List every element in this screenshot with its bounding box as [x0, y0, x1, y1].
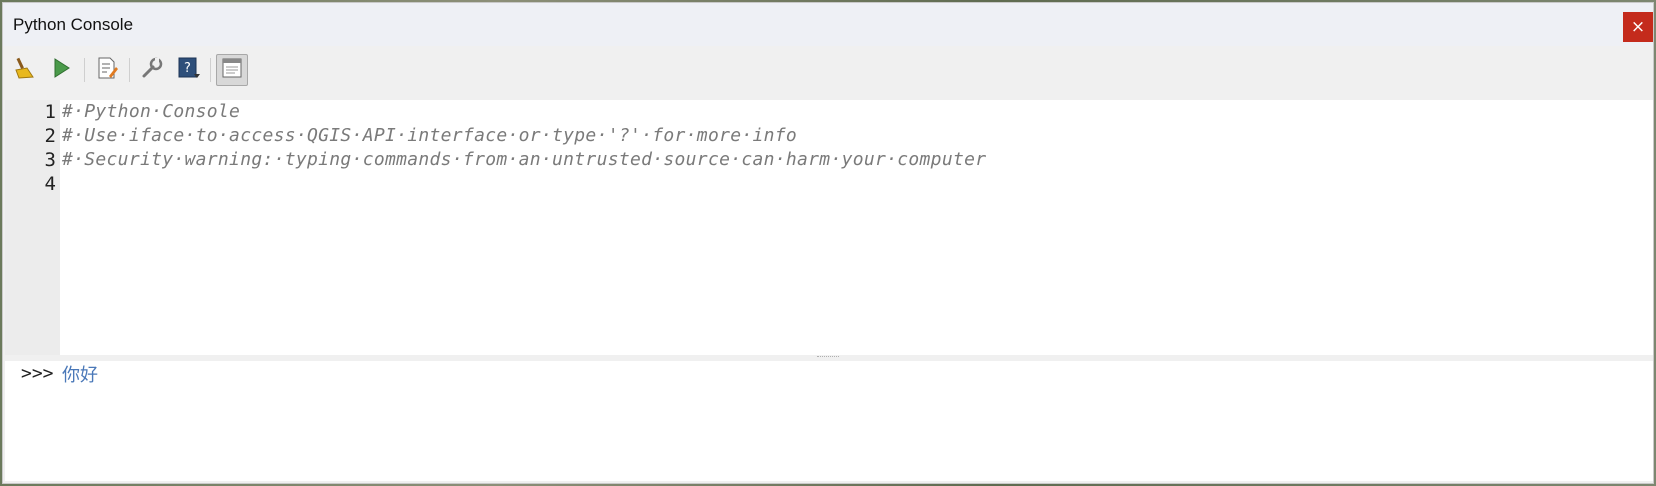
toolbar-separator [84, 58, 85, 82]
window-title: Python Console [13, 15, 134, 34]
splitter-grip[interactable] [817, 356, 839, 359]
help-button[interactable]: ? [173, 54, 205, 86]
svg-text:?: ? [184, 61, 191, 76]
line-number: 4 [44, 173, 56, 195]
window-icon [221, 57, 243, 84]
dock-undock-button[interactable] [216, 54, 248, 86]
code-line[interactable]: #·Security·warning:·typing·commands·from… [62, 149, 986, 170]
title-bar: Python Console × [3, 3, 1653, 46]
code-editor[interactable]: 1 2 3 4 #·Python·Console #·Use·iface·to·… [5, 100, 1653, 355]
console-shell[interactable]: >>> 你好 [5, 361, 1653, 481]
code-line[interactable]: #·Use·iface·to·access·QGIS·API·interface… [62, 125, 797, 146]
help-book-icon: ? [176, 55, 202, 86]
broom-icon [13, 56, 37, 85]
close-button[interactable]: × [1623, 12, 1653, 42]
line-number: 2 [44, 125, 56, 147]
script-edit-icon [95, 56, 119, 85]
play-icon [50, 57, 72, 84]
code-line[interactable]: #·Python·Console [62, 101, 240, 122]
run-command-button[interactable] [45, 54, 77, 86]
wrench-icon [140, 56, 164, 85]
python-console-window: Python Console × ? 1 2 3 4 #·Python·Cons… [2, 2, 1654, 484]
line-number: 1 [44, 101, 56, 123]
toolbar-separator [210, 58, 211, 82]
line-number-gutter: 1 2 3 4 [5, 100, 60, 355]
line-number: 3 [44, 149, 56, 171]
shell-input[interactable]: 你好 [62, 361, 98, 387]
toolbar-separator [129, 58, 130, 82]
clear-console-button[interactable] [9, 54, 41, 86]
show-editor-button[interactable] [91, 54, 123, 86]
shell-prompt: >>> [21, 363, 54, 384]
console-toolbar: ? [3, 48, 1653, 100]
settings-button[interactable] [136, 54, 168, 86]
